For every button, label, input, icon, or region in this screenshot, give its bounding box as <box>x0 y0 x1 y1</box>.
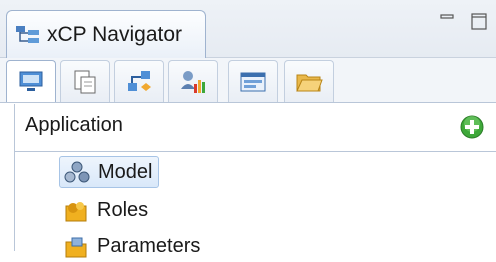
navigator-toolbar <box>0 58 496 103</box>
tab-process-view[interactable] <box>114 60 164 102</box>
tree-item-roles[interactable]: Roles <box>59 194 154 226</box>
maximize-icon[interactable] <box>470 12 488 30</box>
add-icon[interactable] <box>459 114 485 140</box>
roles-icon <box>65 202 87 222</box>
view-tab-xcp-navigator[interactable]: xCP Navigator <box>6 10 206 58</box>
minimize-icon[interactable] <box>438 12 456 30</box>
form-view-icon <box>240 72 266 91</box>
parameters-icon <box>65 237 87 258</box>
navigator-tree: Model Roles Parameters <box>14 152 496 258</box>
tree-item-label: Parameters <box>97 234 201 257</box>
tree-item-model[interactable]: Model <box>59 156 160 188</box>
tab-folder-view[interactable] <box>284 60 334 102</box>
tree-item-label: Roles <box>97 198 149 221</box>
tab-user-chart-view[interactable] <box>168 60 218 102</box>
navigator-icon <box>16 25 39 43</box>
tree-item-parameters[interactable]: Parameters <box>59 230 206 262</box>
folder-view-icon <box>296 74 323 91</box>
tab-form-view[interactable] <box>228 60 278 102</box>
application-view-icon <box>19 71 43 91</box>
tab-application-view[interactable] <box>6 60 56 102</box>
tab-documents-view[interactable] <box>60 60 110 102</box>
process-view-icon <box>128 70 151 91</box>
model-icon <box>64 161 90 183</box>
view-title-bar: xCP Navigator <box>0 0 496 58</box>
view-title: xCP Navigator <box>47 22 183 46</box>
section-title: Application <box>25 114 123 136</box>
tree-item-label: Model <box>98 160 153 183</box>
user-chart-icon <box>181 70 205 93</box>
application-section-header: Application <box>14 104 496 152</box>
documents-view-icon <box>74 70 96 93</box>
